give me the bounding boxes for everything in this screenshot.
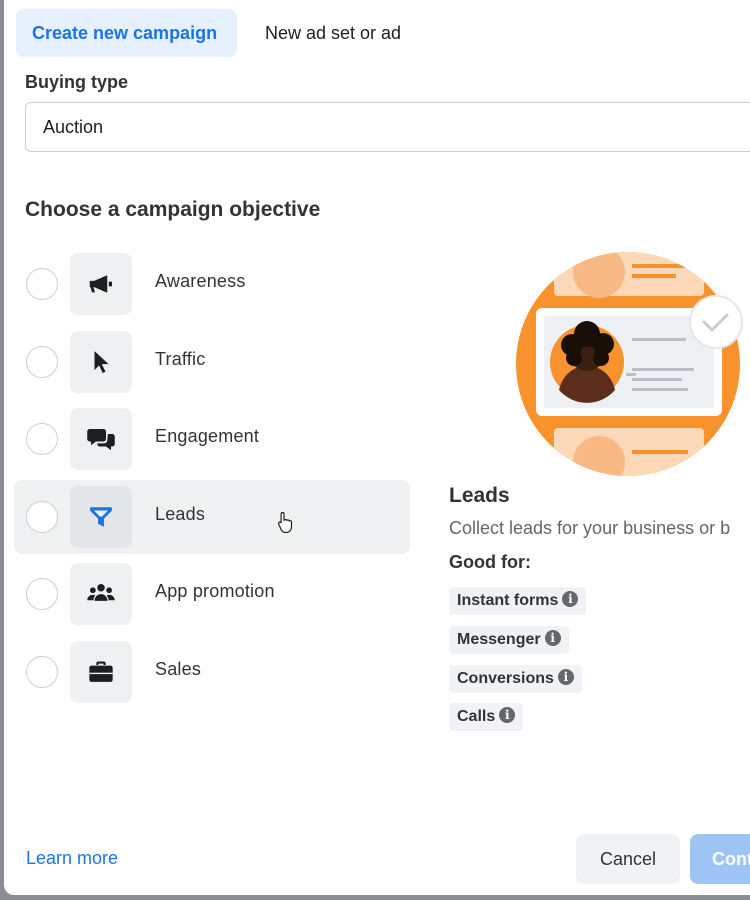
tab-create-new-campaign[interactable]: Create new campaign — [16, 9, 237, 57]
traffic-radio[interactable] — [26, 346, 58, 378]
briefcase-icon — [70, 641, 132, 703]
objective-label: App promotion — [155, 581, 275, 601]
hand-cursor-icon — [276, 510, 296, 539]
objective-option-sales[interactable]: Sales — [14, 635, 410, 709]
cursor-icon — [70, 331, 132, 393]
objective-label: Traffic — [155, 349, 206, 369]
objective-option-engagement[interactable]: Engagement — [14, 402, 410, 476]
detail-description: Collect leads for your business or b — [449, 518, 731, 538]
chip-label: Calls — [457, 708, 496, 725]
objective-label: Engagement — [155, 426, 260, 446]
info-icon[interactable]: i — [499, 707, 516, 724]
engagement-radio[interactable] — [26, 423, 58, 455]
chip-label: Messenger — [457, 631, 541, 648]
chip-label: Instant forms — [457, 592, 559, 609]
leads-illustration — [514, 250, 750, 491]
sales-radio[interactable] — [26, 656, 58, 688]
objective-option-app-promotion[interactable]: App promotion — [14, 557, 410, 631]
cancel-button[interactable]: Cancel — [576, 834, 680, 884]
info-icon[interactable]: i — [562, 591, 579, 608]
chip-label: Conversions — [457, 670, 554, 687]
chip-calls: Calls i — [449, 703, 524, 731]
continue-button[interactable]: Cont — [690, 834, 750, 884]
info-icon[interactable]: i — [557, 669, 574, 686]
create-campaign-dialog: Create new campaign New ad set or ad Buy… — [4, 0, 750, 895]
app-promotion-radio[interactable] — [26, 578, 58, 610]
megaphone-icon — [70, 253, 132, 315]
people-icon — [70, 563, 132, 625]
awareness-radio[interactable] — [26, 268, 58, 300]
info-icon[interactable]: i — [544, 630, 561, 647]
leads-radio[interactable] — [26, 501, 58, 533]
chat-bubbles-icon — [70, 408, 132, 470]
objective-option-leads[interactable]: Leads — [14, 480, 410, 554]
chip-messenger: Messenger i — [449, 626, 569, 654]
funnel-icon — [70, 486, 132, 548]
good-for-label: Good for: — [449, 552, 531, 572]
learn-more-link[interactable]: Learn more — [26, 848, 118, 869]
chip-conversions: Conversions i — [449, 665, 582, 693]
buying-type-value: Auction — [43, 117, 104, 137]
objective-option-traffic[interactable]: Traffic — [14, 325, 410, 399]
tab-new-ad-set-or-ad[interactable]: New ad set or ad — [249, 9, 417, 57]
detail-title: Leads — [449, 484, 510, 507]
objective-title: Choose a campaign objective — [25, 198, 321, 221]
objective-label: Leads — [155, 504, 206, 524]
chip-instant-forms: Instant forms i — [449, 587, 587, 615]
buying-type-label: Buying type — [25, 72, 129, 92]
buying-type-select[interactable]: Auction — [25, 102, 750, 152]
objective-option-awareness[interactable]: Awareness — [14, 247, 410, 321]
objective-label: Sales — [155, 659, 202, 679]
objective-label: Awareness — [155, 271, 246, 291]
